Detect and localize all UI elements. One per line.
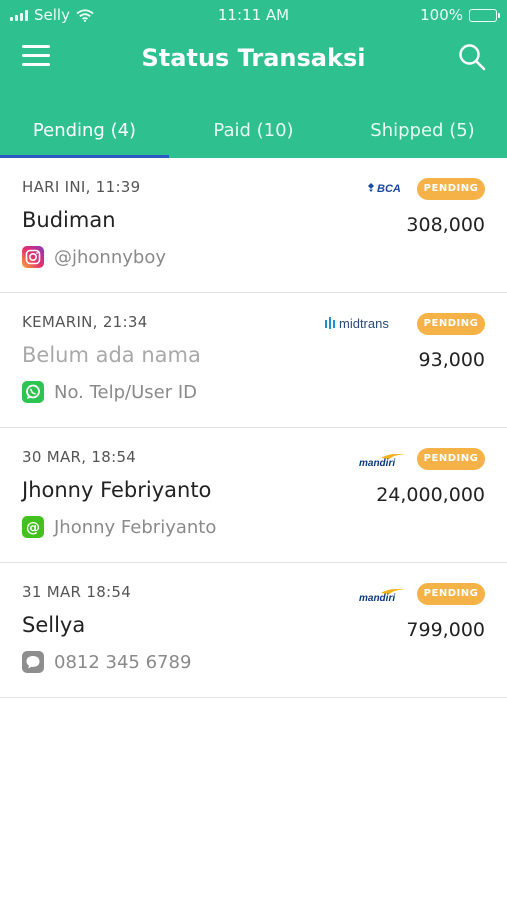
transaction-amount: 799,000 — [406, 619, 485, 641]
customer-name: Belum ada nama — [22, 343, 201, 367]
customer-name: Budiman — [22, 208, 116, 232]
midtrans-logo: midtrans — [325, 315, 407, 335]
svg-text:mandiri: mandiri — [359, 593, 395, 603]
svg-text:@: @ — [26, 520, 40, 536]
sms-icon — [22, 651, 44, 673]
transaction-amount: 93,000 — [418, 349, 485, 371]
status-badge: PENDING — [417, 178, 485, 200]
status-badge: PENDING — [417, 313, 485, 335]
bca-logo: BCA — [367, 180, 407, 199]
customer-name: Jhonny Febriyanto — [22, 478, 212, 502]
transaction-date: HARI INI, 11:39 — [22, 178, 141, 196]
transaction-row[interactable]: KEMARIN, 21:34 midtrans PENDING Belum ad… — [0, 293, 507, 428]
line-at-icon: @ — [22, 516, 44, 538]
tab-pending[interactable]: Pending (4) — [0, 108, 169, 158]
whatsapp-icon — [22, 381, 44, 403]
svg-text:BCA: BCA — [377, 183, 401, 195]
transaction-amount: 24,000,000 — [376, 484, 485, 506]
transaction-list: HARI INI, 11:39 BCA PENDING Budiman 308,… — [0, 158, 507, 698]
tab-shipped[interactable]: Shipped (5) — [338, 108, 507, 158]
page-title: Status Transaksi — [141, 44, 366, 72]
transaction-row[interactable]: 31 MAR 18:54 mandiri PENDING Sellya 799,… — [0, 563, 507, 698]
app-header: Selly 11:11 AM 100% Status Transaksi Pen… — [0, 0, 507, 158]
battery-percent: 100% — [420, 6, 463, 24]
battery-icon — [469, 8, 500, 22]
tab-paid[interactable]: Paid (10) — [169, 108, 338, 158]
nav-bar: Status Transaksi — [0, 30, 507, 86]
mandiri-logo: mandiri — [359, 587, 407, 607]
mandiri-logo: mandiri — [359, 452, 407, 472]
contact-info: No. Telp/User ID — [22, 381, 197, 403]
instagram-icon — [22, 246, 44, 268]
contact-info: @ Jhonny Febriyanto — [22, 516, 216, 538]
customer-name: Sellya — [22, 613, 86, 637]
contact-handle: Jhonny Febriyanto — [54, 516, 217, 538]
transaction-row[interactable]: HARI INI, 11:39 BCA PENDING Budiman 308,… — [0, 158, 507, 293]
transaction-amount: 308,000 — [406, 214, 485, 236]
transaction-date: KEMARIN, 21:34 — [22, 313, 148, 331]
search-icon[interactable] — [457, 42, 487, 72]
contact-handle: 0812 345 6789 — [54, 651, 192, 673]
contact-info: 0812 345 6789 — [22, 651, 191, 673]
tab-bar: Pending (4) Paid (10) Shipped (5) — [0, 108, 507, 158]
transaction-row[interactable]: 30 MAR, 18:54 mandiri PENDING Jhonny Feb… — [0, 428, 507, 563]
svg-text:midtrans: midtrans — [339, 316, 389, 331]
svg-text:mandiri: mandiri — [359, 458, 395, 468]
contact-info: @jhonnyboy — [22, 246, 166, 268]
contact-handle: No. Telp/User ID — [54, 381, 198, 403]
status-badge: PENDING — [417, 448, 485, 470]
contact-handle: @jhonnyboy — [54, 246, 166, 268]
status-bar: Selly 11:11 AM 100% — [0, 0, 507, 30]
transaction-date: 30 MAR, 18:54 — [22, 448, 137, 466]
transaction-date: 31 MAR 18:54 — [22, 583, 132, 601]
status-badge: PENDING — [417, 583, 485, 605]
